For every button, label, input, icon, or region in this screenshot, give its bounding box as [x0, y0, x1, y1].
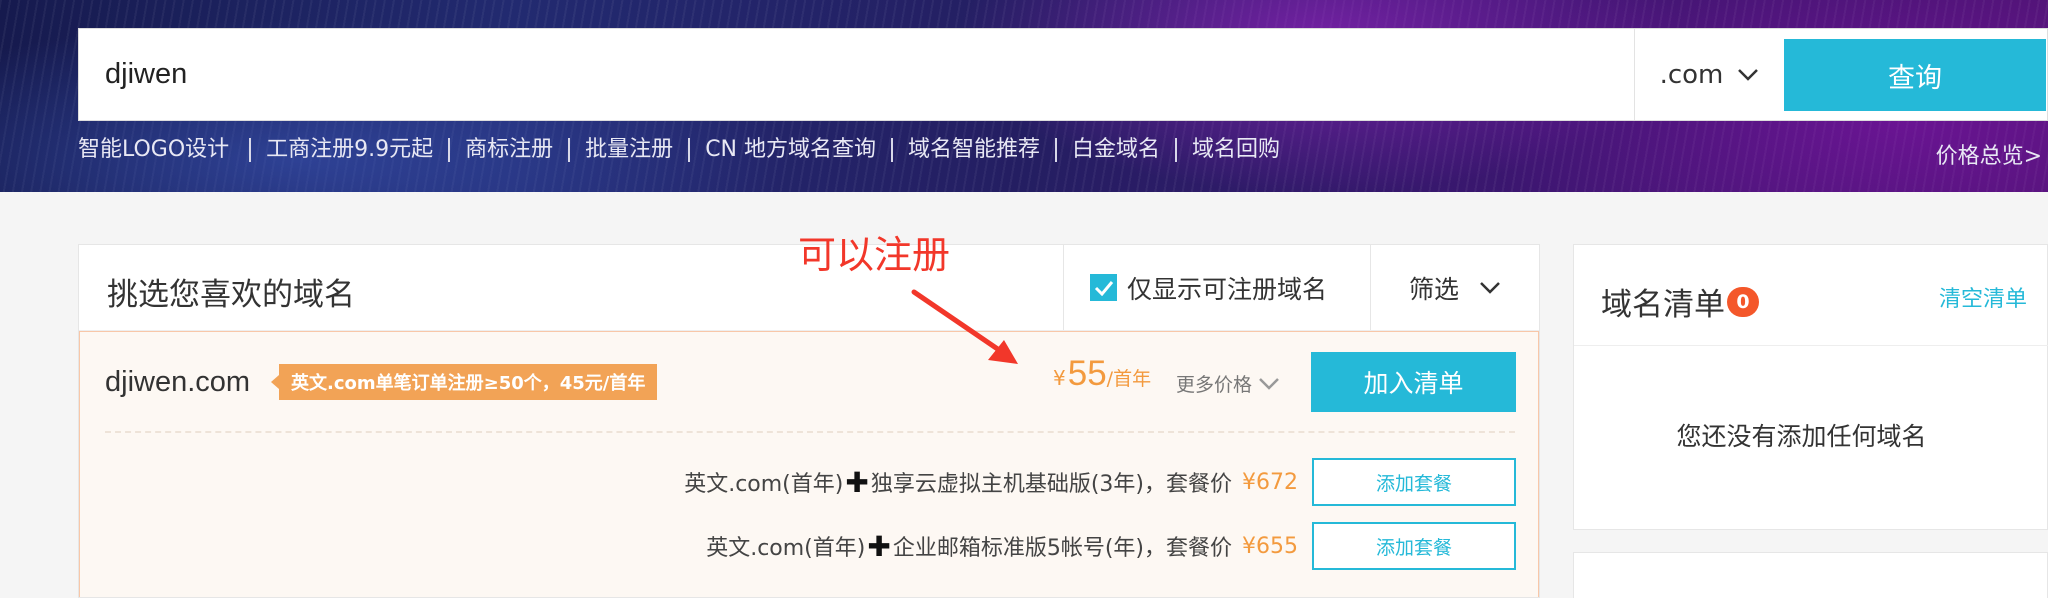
add-bundle-button[interactable]: 添加套餐 [1312, 458, 1516, 506]
domain-cart-panel: 域名清单 0 清空清单 您还没有添加任何域名 [1573, 244, 2048, 530]
cart-header: 域名清单 0 清空清单 [1574, 245, 2048, 346]
quick-link-bulk-register[interactable]: 批量注册 [568, 138, 688, 162]
bundle-price: ¥672 [1242, 469, 1298, 495]
annotation-label: 可以注册 [798, 233, 951, 277]
quick-link-logo-design[interactable]: 智能LOGO设计 [78, 138, 249, 162]
available-only-filter[interactable]: 仅显示可注册域名 [1063, 245, 1370, 330]
search-hero: .com 查询 智能LOGO设计 工商注册9.9元起 商标注册 批量注册 CN … [0, 0, 2048, 192]
bundle-row: 英文.com(首年) ✚ 独享云虚拟主机基础版(3年)，套餐价 ¥672 添加套… [684, 458, 1516, 506]
cart-title: 域名清单 0 [1601, 279, 1759, 324]
quick-link-smart-recommend[interactable]: 域名智能推荐 [891, 138, 1055, 162]
plus-icon: ✚ [867, 529, 891, 563]
clear-cart-link[interactable]: 清空清单 [1939, 281, 2027, 313]
search-button[interactable]: 查询 [1784, 39, 2046, 111]
bundle-domain-part: 英文.com(首年) [684, 472, 844, 497]
search-bar: .com 查询 [78, 28, 2048, 121]
more-price-label: 更多价格 [1176, 374, 1253, 396]
chevron-down-icon [1738, 68, 1759, 81]
add-bundle-button[interactable]: 添加套餐 [1312, 522, 1516, 570]
quick-link-platinum-domain[interactable]: 白金域名 [1055, 138, 1175, 162]
bundle-row: 英文.com(首年) ✚ 企业邮箱标准版5帐号(年)，套餐价 ¥655 添加套餐 [706, 522, 1516, 570]
bundle-description: 英文.com(首年) ✚ 独享云虚拟主机基础版(3年)，套餐价 [684, 466, 1232, 499]
domain-results-panel: 挑选您喜欢的域名 仅显示可注册域名 筛选 djiwen.com 英文.com单笔… [78, 244, 1540, 598]
tld-select-value: .com [1659, 59, 1724, 90]
bundle-description: 英文.com(首年) ✚ 企业邮箱标准版5帐号(年)，套餐价 [706, 530, 1232, 563]
quick-link-trademark[interactable]: 商标注册 [448, 138, 568, 162]
price-currency: ¥ [1053, 366, 1066, 390]
price-overview-link[interactable]: 价格总览> [1936, 138, 2042, 170]
price-value: 55 [1067, 354, 1107, 393]
add-to-list-button[interactable]: 加入清单 [1311, 352, 1516, 412]
available-only-label: 仅显示可注册域名 [1127, 274, 1328, 304]
bundle-domain-part: 英文.com(首年) [706, 536, 866, 561]
quick-links-nav: 智能LOGO设计 工商注册9.9元起 商标注册 批量注册 CN 地方域名查询 域… [78, 138, 1295, 162]
cart-title-text: 域名清单 [1601, 287, 1725, 323]
tld-select[interactable]: .com [1634, 29, 1784, 120]
quick-link-domain-buyback[interactable]: 域名回购 [1175, 138, 1295, 162]
secondary-side-panel [1573, 552, 2048, 598]
promo-badge: 英文.com单笔订单注册≥50个，45元/首年 [270, 364, 658, 400]
domain-result-item: djiwen.com 英文.com单笔订单注册≥50个，45元/首年 ¥ 55 … [79, 331, 1539, 597]
price-unit: /首年 [1106, 368, 1152, 390]
more-price-toggle[interactable]: 更多价格 [1176, 370, 1280, 397]
chevron-down-icon [1259, 377, 1279, 390]
bundle-product-part: 企业邮箱标准版5帐号(年)，套餐价 [892, 536, 1232, 561]
quick-link-cn-domain[interactable]: CN 地方域名查询 [688, 138, 891, 162]
quick-link-business-registration[interactable]: 工商注册9.9元起 [249, 138, 448, 162]
results-title: 挑选您喜欢的域名 [107, 277, 355, 313]
domain-search-input[interactable] [79, 29, 1634, 120]
cart-count-badge: 0 [1727, 286, 1759, 317]
chevron-down-icon [1480, 281, 1500, 294]
filter-dropdown[interactable]: 筛选 [1370, 245, 1539, 330]
bundle-product-part: 独享云虚拟主机基础版(3年)，套餐价 [870, 472, 1232, 497]
cart-empty-message: 您还没有添加任何域名 [1676, 422, 1927, 451]
filter-label: 筛选 [1408, 274, 1459, 304]
checkbox-checked-icon[interactable] [1090, 274, 1117, 301]
domain-price: ¥ 55 /首年 [1053, 354, 1151, 394]
annotation-arrow-icon [911, 289, 1018, 364]
dashed-divider [105, 431, 1515, 433]
plus-icon: ✚ [845, 465, 869, 499]
bundle-price: ¥655 [1242, 533, 1298, 559]
result-domain-name: djiwen.com [105, 366, 251, 398]
